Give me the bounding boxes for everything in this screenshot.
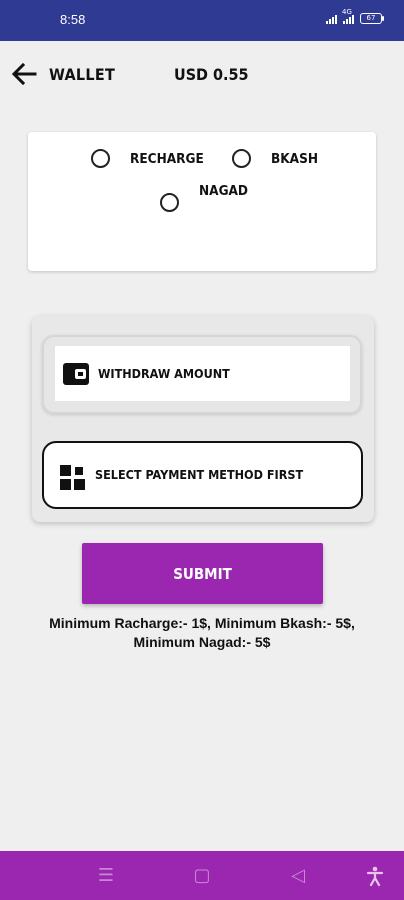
arrow-left-icon bbox=[11, 62, 37, 86]
balance-display: USD 0.55 bbox=[174, 65, 249, 84]
radio-recharge[interactable]: RECHARGE bbox=[91, 149, 204, 168]
payment-method-field[interactable]: SELECT PAYMENT METHOD FIRST bbox=[42, 441, 363, 509]
withdraw-amount-placeholder: WITHDRAW AMOUNT bbox=[98, 366, 230, 381]
battery-level: 67 bbox=[366, 14, 376, 22]
battery-icon: 67 bbox=[360, 13, 384, 24]
back-triangle-icon[interactable]: ◁ bbox=[287, 865, 309, 887]
radio-circle[interactable] bbox=[160, 193, 179, 212]
status-icons: 4G 67 bbox=[326, 8, 384, 24]
wallet-icon bbox=[63, 363, 89, 385]
withdraw-amount-input[interactable]: WITHDRAW AMOUNT bbox=[55, 346, 350, 401]
accessibility-icon[interactable] bbox=[364, 865, 386, 887]
menu-icon[interactable]: ☰ bbox=[95, 865, 117, 887]
grid-icon bbox=[60, 465, 85, 490]
page-title: WALLET bbox=[49, 65, 116, 84]
radio-nagad[interactable]: NAGAD bbox=[160, 181, 248, 212]
app-header: WALLET USD 0.55 bbox=[0, 41, 404, 107]
signal-icon bbox=[326, 14, 337, 24]
radio-circle[interactable] bbox=[232, 149, 251, 168]
minimum-amount-note: Minimum Racharge:- 1$, Minimum Bkash:- 5… bbox=[49, 615, 355, 650]
system-nav-bar: ☰ ▢ ◁ bbox=[0, 851, 404, 900]
signal-icon-secondary: 4G bbox=[342, 8, 354, 24]
radio-label-nagad: NAGAD bbox=[199, 182, 249, 199]
payment-method-placeholder: SELECT PAYMENT METHOD FIRST bbox=[95, 467, 304, 482]
back-button[interactable] bbox=[10, 60, 38, 88]
status-time: 8:58 bbox=[60, 12, 86, 27]
payment-method-input[interactable]: SELECT PAYMENT METHOD FIRST bbox=[53, 455, 351, 495]
withdraw-amount-field[interactable]: WITHDRAW AMOUNT bbox=[42, 335, 362, 414]
home-square-icon[interactable]: ▢ bbox=[191, 865, 213, 887]
payment-method-selector: RECHARGE BKASH NAGAD bbox=[28, 132, 376, 271]
status-bar: 8:58 4G 67 bbox=[0, 0, 404, 41]
radio-circle[interactable] bbox=[91, 149, 110, 168]
radio-label-recharge: RECHARGE bbox=[130, 150, 204, 167]
radio-label-bkash: BKASH bbox=[271, 150, 318, 167]
network-label: 4G bbox=[342, 7, 352, 16]
radio-bkash[interactable]: BKASH bbox=[232, 149, 318, 168]
submit-button[interactable]: SUBMIT bbox=[82, 543, 323, 604]
